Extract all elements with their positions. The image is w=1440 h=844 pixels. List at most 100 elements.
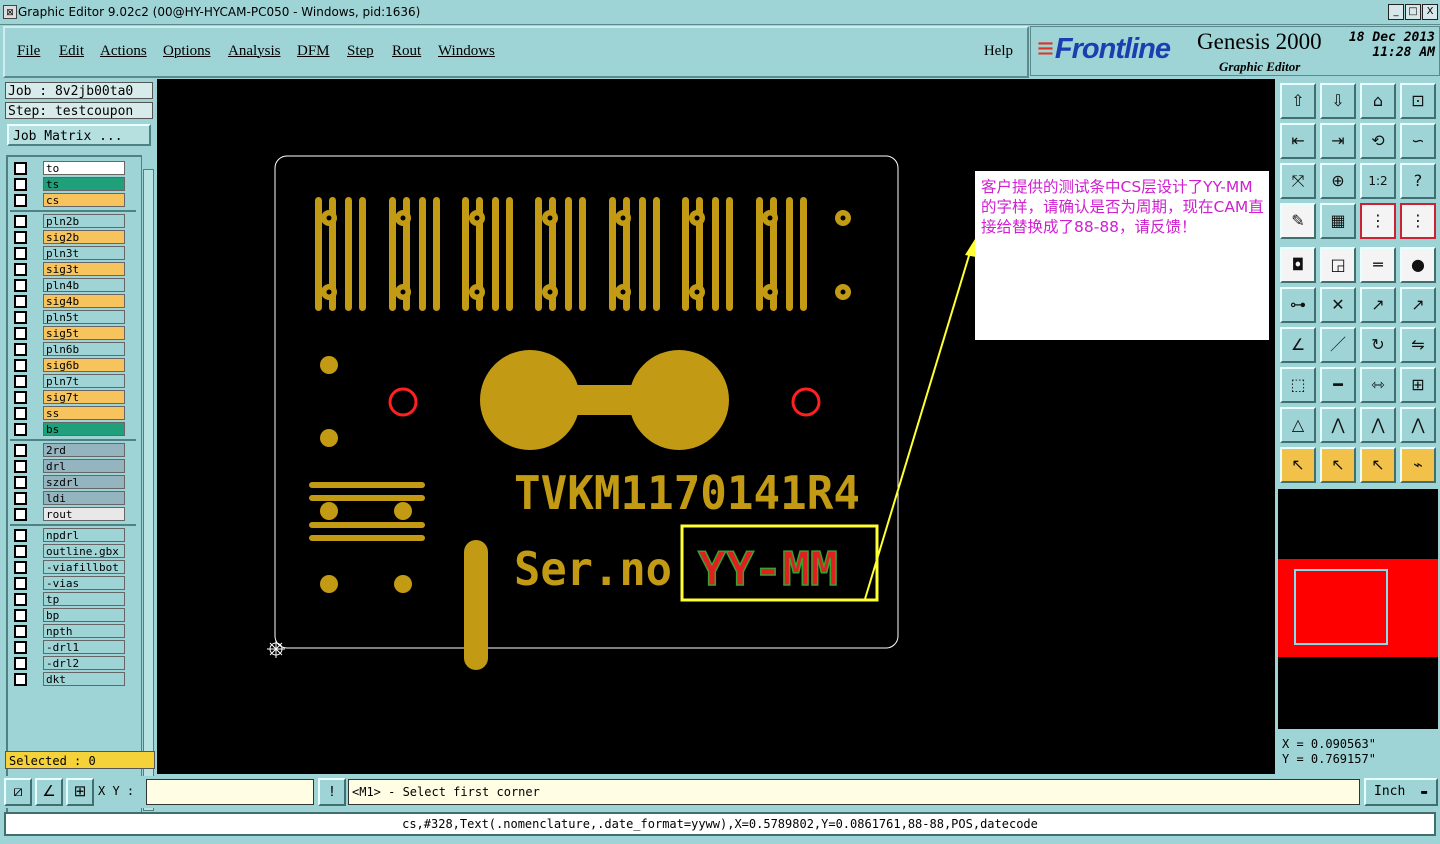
arc2-icon[interactable]: ⋀: [1360, 407, 1396, 443]
layer-row-cs[interactable]: cs: [10, 193, 128, 208]
layer-row-sig7t[interactable]: sig7t: [10, 390, 128, 405]
layer-row--vias[interactable]: -vias: [10, 576, 128, 591]
layer-label[interactable]: ss: [43, 406, 125, 420]
menu-rout[interactable]: Rout: [392, 43, 421, 60]
layer-checkbox[interactable]: [14, 657, 27, 670]
layer-row-to[interactable]: to: [10, 161, 128, 176]
layer-label[interactable]: tp: [43, 592, 125, 606]
arrow-dot-icon[interactable]: ↗: [1400, 287, 1436, 323]
flip-icon[interactable]: ⟲: [1360, 123, 1396, 159]
layer-row-sig2b[interactable]: sig2b: [10, 230, 128, 245]
menu-analysis[interactable]: Analysis: [228, 43, 281, 60]
units-dropdown[interactable]: Inch ▬: [1364, 778, 1438, 806]
layer-label[interactable]: sig3t: [43, 262, 125, 276]
close-button[interactable]: X: [1422, 4, 1438, 20]
overview-viewport[interactable]: [1294, 569, 1388, 645]
layer-label[interactable]: szdrl: [43, 475, 125, 489]
layer-label[interactable]: pln7t: [43, 374, 125, 388]
menu-edit[interactable]: Edit: [59, 43, 84, 60]
layer-checkbox[interactable]: [14, 492, 27, 505]
menu-help[interactable]: Help: [984, 43, 1013, 60]
feature-select-icon[interactable]: ◘: [1280, 247, 1316, 283]
layer-label[interactable]: cs: [43, 193, 125, 207]
layer-checkbox[interactable]: [14, 673, 27, 686]
layer-checkbox[interactable]: [14, 609, 27, 622]
layer-row-pln7t[interactable]: pln7t: [10, 374, 128, 389]
maximize-button[interactable]: □: [1405, 4, 1421, 20]
pointer-icon[interactable]: ↖: [1280, 447, 1316, 483]
layer-label[interactable]: ldi: [43, 491, 125, 505]
layer-checkbox[interactable]: [14, 641, 27, 654]
layer-row-2rd[interactable]: 2rd: [10, 443, 128, 458]
layer-scrollbar[interactable]: [141, 155, 154, 823]
wand-icon[interactable]: ✎: [1280, 203, 1316, 239]
layer-row-ts[interactable]: ts: [10, 177, 128, 192]
layer-checkbox[interactable]: [14, 247, 27, 260]
layer-row-sig6b[interactable]: sig6b: [10, 358, 128, 373]
layer-checkbox[interactable]: [14, 231, 27, 244]
layers-red-icon[interactable]: ⋮: [1360, 203, 1396, 239]
layer-label[interactable]: sig4b: [43, 294, 125, 308]
layer-checkbox[interactable]: [14, 444, 27, 457]
layer-checkbox[interactable]: [14, 263, 27, 276]
layer-label[interactable]: -drl2: [43, 656, 125, 670]
layer-row-bp[interactable]: bp: [10, 608, 128, 623]
layer-label[interactable]: bp: [43, 608, 125, 622]
layer-checkbox[interactable]: [14, 593, 27, 606]
route-icon[interactable]: ⌁: [1400, 447, 1436, 483]
layer-row--drl1[interactable]: -drl1: [10, 640, 128, 655]
layer-label[interactable]: sig5t: [43, 326, 125, 340]
job-matrix-button[interactable]: Job Matrix ...: [7, 124, 151, 146]
layer-checkbox[interactable]: [14, 561, 27, 574]
layer-label[interactable]: pln2b: [43, 214, 125, 228]
connect-icon[interactable]: ↗: [1360, 287, 1396, 323]
layer-row--drl2[interactable]: -drl2: [10, 656, 128, 671]
menu-step[interactable]: Step: [347, 43, 374, 60]
layer-row-pln2b[interactable]: pln2b: [10, 214, 128, 229]
layer-checkbox[interactable]: [14, 625, 27, 638]
move-icon[interactable]: ⬚: [1280, 367, 1316, 403]
layer-row-drl[interactable]: drl: [10, 459, 128, 474]
layer-row-ss[interactable]: ss: [10, 406, 128, 421]
angle-button[interactable]: ∠: [35, 778, 63, 806]
layer-checkbox[interactable]: [14, 460, 27, 473]
triangle-icon[interactable]: △: [1280, 407, 1316, 443]
layer-label[interactable]: 2rd: [43, 443, 125, 457]
layer-label[interactable]: pln6b: [43, 342, 125, 356]
date-code-text[interactable]: YY-MM: [697, 541, 839, 597]
layer-checkbox[interactable]: [14, 215, 27, 228]
layer-checkbox[interactable]: [14, 529, 27, 542]
pointer-box-icon[interactable]: ↖: [1320, 447, 1356, 483]
layer-row-tp[interactable]: tp: [10, 592, 128, 607]
layer-row-npdrl[interactable]: npdrl: [10, 528, 128, 543]
layer-label[interactable]: pln4b: [43, 278, 125, 292]
zoom-fit-icon[interactable]: ⇩: [1320, 83, 1356, 119]
dot-icon[interactable]: ●: [1400, 247, 1436, 283]
ratio-icon[interactable]: 1:2: [1360, 163, 1396, 199]
layer-row-pln4b[interactable]: pln4b: [10, 278, 128, 293]
arc-icon[interactable]: ⋀: [1320, 407, 1356, 443]
layer-checkbox[interactable]: [14, 508, 27, 521]
layer-row-szdrl[interactable]: szdrl: [10, 475, 128, 490]
net-icon[interactable]: ⊶: [1280, 287, 1316, 323]
menu-actions[interactable]: Actions: [100, 43, 147, 60]
layer-row-ldi[interactable]: ldi: [10, 491, 128, 506]
snap-button[interactable]: ⧄: [4, 778, 32, 806]
layer-row-npth[interactable]: npth: [10, 624, 128, 639]
layer-label[interactable]: -viafillbot: [43, 560, 125, 574]
layer-row-sig5t[interactable]: sig5t: [10, 326, 128, 341]
layers-dark-icon[interactable]: ⋮: [1400, 203, 1436, 239]
pan-right-icon[interactable]: ⇥: [1320, 123, 1356, 159]
menu-file[interactable]: File: [17, 43, 40, 60]
scrollbar-thumb[interactable]: [143, 169, 154, 811]
layer-row-pln6b[interactable]: pln6b: [10, 342, 128, 357]
layer-row-outline-gbx[interactable]: outline.gbx: [10, 544, 128, 559]
layer-label[interactable]: rout: [43, 507, 125, 521]
layer-row-rout[interactable]: rout: [10, 507, 128, 522]
layer-checkbox[interactable]: [14, 359, 27, 372]
zoom-window-icon[interactable]: ⊡: [1400, 83, 1436, 119]
layer-row-bs[interactable]: bs: [10, 422, 128, 437]
pointer-circle-icon[interactable]: ↖: [1360, 447, 1396, 483]
layer-checkbox[interactable]: [14, 407, 27, 420]
arc3-icon[interactable]: ⋀: [1400, 407, 1436, 443]
